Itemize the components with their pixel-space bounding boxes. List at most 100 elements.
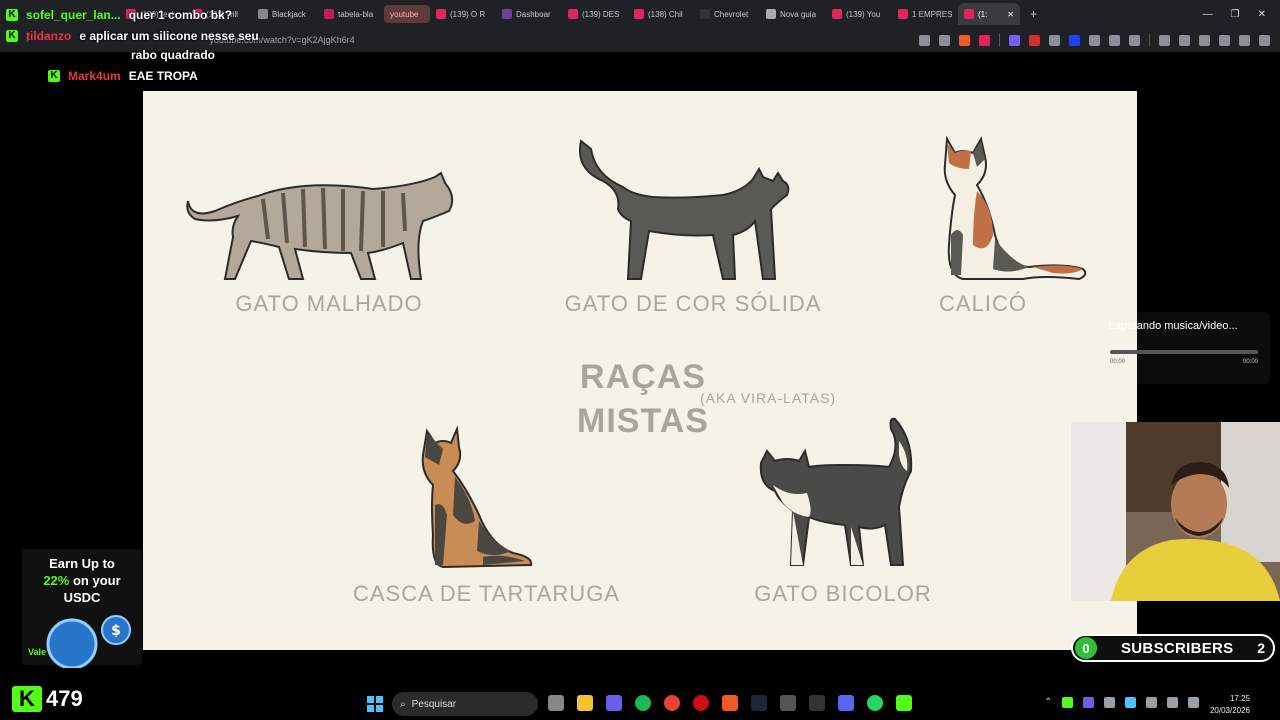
extension-icon[interactable] [1069,34,1080,46]
new-tab-button[interactable]: + [1020,7,1047,21]
chrome-icon[interactable] [664,695,680,711]
close-window-icon[interactable]: ✕ [1258,9,1266,20]
music-time-end: 00:00 [1242,359,1258,365]
solid-color-cat-image [579,139,790,280]
chevron-up-icon[interactable]: ⌃ [1044,697,1052,708]
windows-start-icon[interactable] [367,696,383,712]
file-explorer-icon[interactable] [577,695,593,711]
music-progress-bar [1110,350,1258,354]
usdc-ad[interactable]: Earn Up to 22% on your USDC $ Vale [22,549,142,670]
youtube-icon [832,9,842,19]
network-icon[interactable] [1167,697,1179,708]
extension-icon[interactable] [1029,34,1040,46]
spotify-icon[interactable] [635,695,651,711]
bluetooth-icon[interactable] [1125,697,1137,708]
system-tray: ⌃ [1044,697,1200,708]
toolbar-icons [919,33,1280,47]
extension-icon[interactable] [1049,34,1060,46]
taskbar-search[interactable]: ⌕ Pesquisar [392,692,538,716]
browser-tab[interactable]: Chevrolet [694,3,760,25]
caption-bicolor: GATO BICOLOR [754,581,932,606]
slide-title-line1: RAÇAS [580,358,706,396]
maximize-icon[interactable]: ❐ [1231,9,1240,20]
chat-username: tildanzo [26,29,72,43]
chat-message: K Mark4um EAE TROPA [6,68,198,84]
screenshot-icon[interactable] [1129,34,1140,46]
share-icon[interactable] [939,34,950,46]
chat-username: Mark4um [68,69,121,83]
wallet-icon[interactable] [1199,34,1210,46]
subscribers-left-count: 0 [1075,637,1097,659]
browser-tab-group-youtube[interactable]: youtube [384,5,430,23]
windows-taskbar: ⌕ Pesquisar ⌃ 17:25 20/03/2026 [0,688,1280,720]
app-icon[interactable] [780,695,796,711]
ad-line2-text: on your [72,573,121,588]
slide-subtitle: (AKA VIRA-LATAS) [700,390,837,406]
volume-icon[interactable] [1188,697,1200,708]
clock-date: 20/03/2026 [1209,706,1250,715]
kick-app-icon[interactable] [896,695,912,711]
music-status-text: Esperando musica/video... [1108,320,1238,332]
browser-tab[interactable]: (139) DES [562,3,628,25]
whatsapp-icon[interactable] [867,695,883,711]
apps-icon[interactable] [606,695,622,711]
slide-title-line2: MISTAS [577,402,709,440]
minimize-icon[interactable]: — [1203,9,1213,20]
browser-tab[interactable]: (138) Chil [628,3,694,25]
extension-icon[interactable] [1089,34,1100,46]
browser-tab[interactable]: Blackjack [252,3,318,25]
app-icon[interactable] [809,695,825,711]
browser-tab[interactable]: (139) You [826,3,892,25]
tiktok-icon [700,9,710,19]
taskbar-clock[interactable]: 17:25 20/03/2026 [1210,693,1250,717]
shield-icon [766,9,776,19]
leo-icon[interactable] [1219,34,1230,46]
tray-app-icon[interactable] [1083,697,1095,708]
chat-text: rabo quadrado [131,48,216,62]
vpn-icon[interactable] [1239,34,1250,46]
youtube-icon [436,9,446,19]
divider [999,33,1000,47]
window-controls: — ❐ ✕ [1203,9,1280,20]
brave-shield-icon[interactable] [959,34,970,46]
browser-tab[interactable]: Nova guia [760,3,826,25]
browser-tab[interactable]: Dashboar [496,3,562,25]
browser-tab-active[interactable]: (1: ✕ [958,3,1020,25]
close-tab-icon[interactable]: ✕ [1007,10,1014,19]
opera-icon[interactable] [693,695,709,711]
microphone-icon[interactable] [1146,697,1158,708]
discord-icon[interactable] [838,695,854,711]
streamer-webcam-image [1071,422,1280,601]
chat-text: quer 1 combo bk? [128,8,233,22]
ad-cta[interactable]: Vale [28,644,46,661]
browser-tab[interactable]: 1 EMPRES [892,3,958,25]
steam-icon[interactable] [751,695,767,711]
presentation-slide: GATO MALHADO GATO DE COR SÓLIDA CALICÓ R… [143,91,1137,650]
chat-message: K sofel_quer_lan... quer 1 combo bk? [6,7,232,23]
caption-tabby: GATO MALHADO [235,291,423,316]
browser-tab[interactable]: (139) O R [430,3,496,25]
music-icon[interactable] [1159,34,1170,46]
tray-app-icon[interactable] [1062,697,1074,708]
calico-cat-image [943,135,1087,281]
tabby-cat-image [186,171,454,280]
kick-badge-icon: K [6,9,18,21]
chat-message-continued: rabo quadrado [131,47,215,63]
brave-rewards-icon[interactable] [979,34,990,46]
browser-tab[interactable]: tabela-bla [318,3,384,25]
divider [1149,33,1150,47]
clock-time: 17:25 [1229,694,1250,703]
tray-app-icon[interactable] [1104,697,1116,708]
caption-calico: CALICÓ [939,291,1027,316]
brave-icon[interactable] [722,695,738,711]
task-view-icon[interactable] [548,695,564,711]
cast-icon[interactable] [919,34,930,46]
menu-icon[interactable] [1259,34,1270,46]
sidebar-icon[interactable] [1179,34,1190,46]
dashboard-icon [502,9,512,19]
music-widget: Esperando musica/video... 00:00 00:00 [1100,312,1270,384]
youtube-icon [568,9,578,19]
extension-icon[interactable] [1009,34,1020,46]
puzzle-icon[interactable] [1109,34,1120,46]
bicolor-cat-image [759,417,913,566]
